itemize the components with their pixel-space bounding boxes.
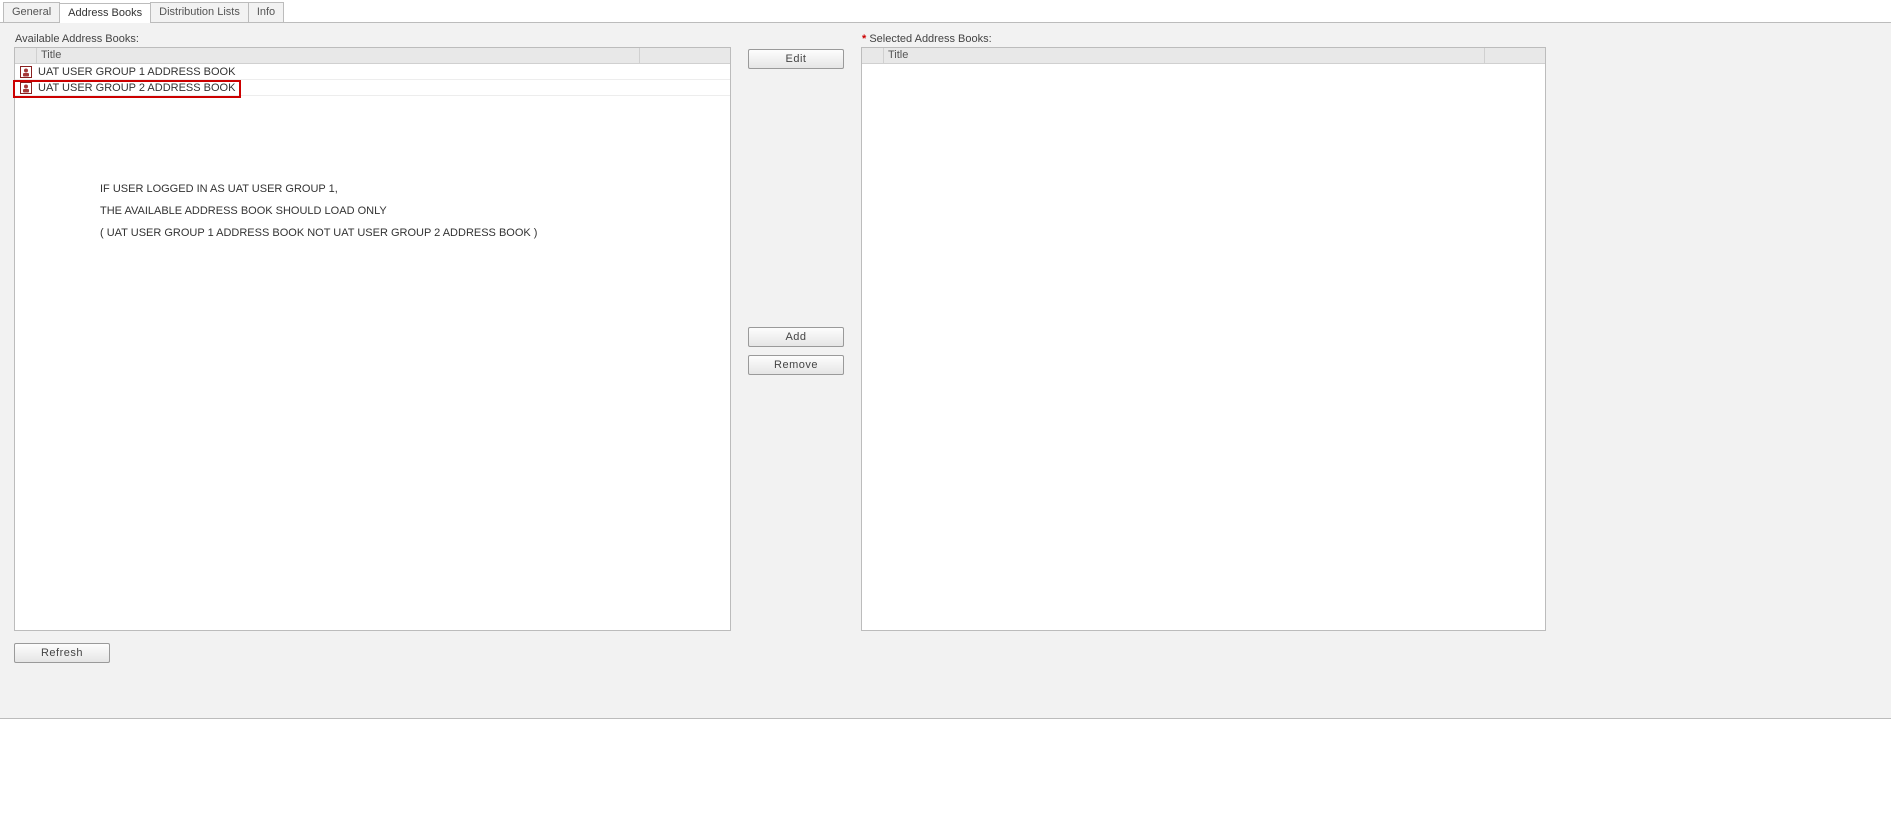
selected-list[interactable]: Title: [861, 47, 1546, 631]
available-header-spacer: [640, 48, 730, 63]
selected-list-header: Title: [862, 48, 1545, 64]
annotation-text: IF USER LOGGED IN AS UAT USER GROUP 1, T…: [100, 178, 537, 244]
available-header-icon-col: [15, 48, 37, 63]
available-section: Available Address Books: Title: [14, 33, 731, 631]
tab-address-books[interactable]: Address Books: [59, 3, 151, 23]
available-label: Available Address Books:: [14, 33, 731, 47]
required-star-icon: *: [862, 33, 866, 45]
tab-general[interactable]: General: [3, 2, 60, 22]
annotation-line: THE AVAILABLE ADDRESS BOOK SHOULD LOAD O…: [100, 200, 537, 222]
list-item[interactable]: UAT USER GROUP 1 ADDRESS BOOK: [15, 64, 730, 80]
selected-label-text: Selected Address Books:: [869, 33, 991, 45]
tab-strip: General Address Books Distribution Lists…: [0, 0, 1891, 23]
annotation-line: IF USER LOGGED IN AS UAT USER GROUP 1,: [100, 178, 537, 200]
selected-header-spacer: [1485, 48, 1545, 63]
center-controls: Edit Add Remove: [731, 49, 861, 633]
refresh-row: Refresh: [14, 643, 1877, 663]
available-list[interactable]: Title UAT USER GROUP 1 ADDRESS: [14, 47, 731, 631]
list-item-title: UAT USER GROUP 1 ADDRESS BOOK: [37, 66, 730, 78]
selected-header-title-col[interactable]: Title: [884, 48, 1485, 63]
edit-button[interactable]: Edit: [748, 49, 844, 69]
refresh-button[interactable]: Refresh: [14, 643, 110, 663]
address-books-panel: Available Address Books: Title: [0, 23, 1891, 719]
add-button[interactable]: Add: [748, 327, 844, 347]
available-list-header: Title: [15, 48, 730, 64]
list-item-title: UAT USER GROUP 2 ADDRESS BOOK: [37, 82, 730, 94]
list-item[interactable]: UAT USER GROUP 2 ADDRESS BOOK: [15, 80, 730, 96]
address-book-icon: [15, 66, 37, 78]
selected-header-icon-col: [862, 48, 884, 63]
annotation-line: ( UAT USER GROUP 1 ADDRESS BOOK NOT UAT …: [100, 222, 537, 244]
tab-info[interactable]: Info: [248, 2, 284, 22]
selected-label: * Selected Address Books:: [861, 33, 1546, 47]
selected-section: * Selected Address Books: Title: [861, 33, 1546, 631]
tab-distribution-lists[interactable]: Distribution Lists: [150, 2, 249, 22]
remove-button[interactable]: Remove: [748, 355, 844, 375]
address-book-icon: [15, 82, 37, 94]
available-header-title-col[interactable]: Title: [37, 48, 640, 63]
